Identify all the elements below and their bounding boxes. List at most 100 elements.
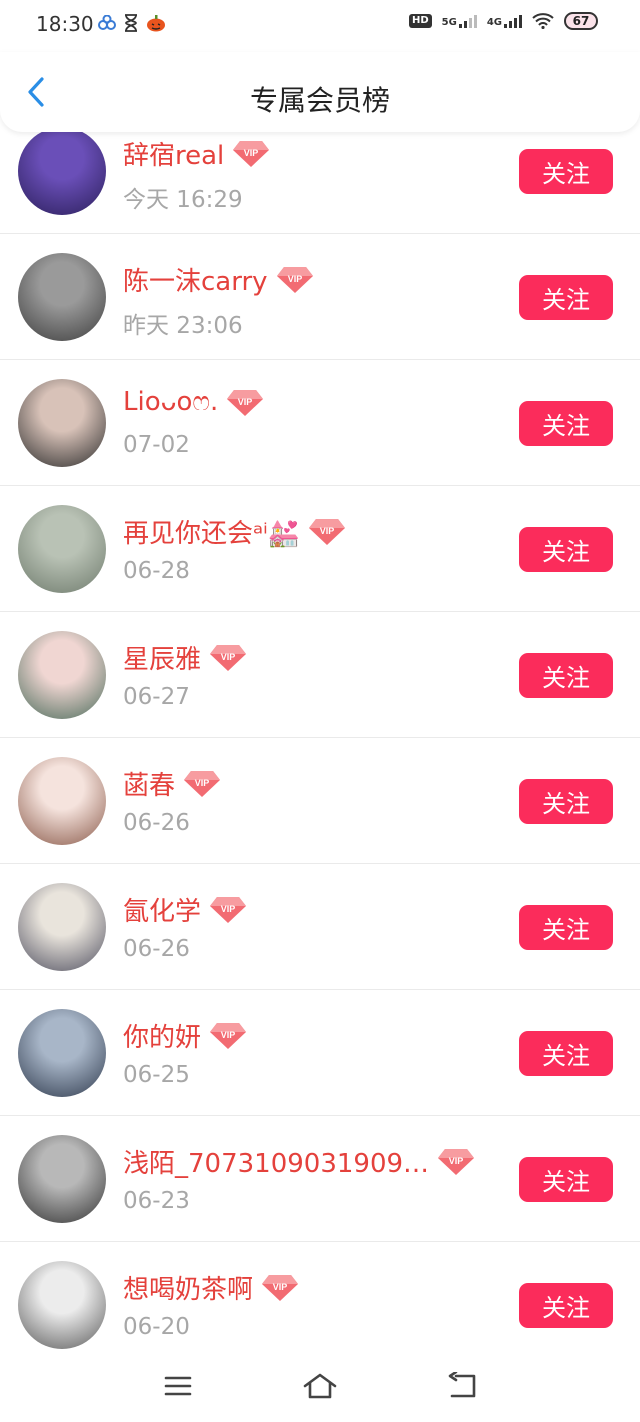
member-name-line: 再见你还会ᵃⁱ💒 VIP [123,513,346,550]
member-name-line: 想喝奶茶啊 VIP [123,1269,299,1306]
avatar[interactable] [18,379,106,467]
battery-level: 67 [572,14,590,28]
vip-label: VIP [221,652,236,662]
list-item[interactable]: 想喝奶茶啊 VIP 06-20 关注 [0,1242,640,1368]
status-left-icons [98,14,166,32]
avatar[interactable] [18,505,106,593]
follow-button[interactable]: 关注 [519,149,613,194]
battery-icon: 67 [564,12,598,30]
title-bar: 专属会员榜 [0,52,640,132]
member-date: 06-27 [123,684,190,710]
list-item[interactable]: 陈一沫carry VIP 昨天 23:06 关注 [0,234,640,360]
back-icon [448,1372,476,1398]
member-name-line: 你的妍 VIP [123,1017,247,1054]
member-date: 昨天 23:06 [123,313,243,339]
net-4g-label: 4G [486,17,502,28]
vip-diamond-icon: VIP [262,1274,299,1301]
avatar[interactable] [18,1009,106,1097]
member-date: 06-26 [123,936,190,962]
vip-label: VIP [320,526,335,536]
menu-icon [164,1376,192,1396]
list-item[interactable]: 星辰雅 VIP 06-27 关注 [0,612,640,738]
vip-diamond-icon: VIP [210,896,247,923]
vip-diamond-icon: VIP [276,266,313,293]
home-button[interactable] [300,1370,340,1402]
vip-label: VIP [221,904,236,914]
avatar[interactable] [18,883,106,971]
page-title: 专属会员榜 [249,84,390,117]
vip-label: VIP [273,1282,288,1292]
follow-button[interactable]: 关注 [519,653,613,698]
follow-button[interactable]: 关注 [519,905,613,950]
follow-button[interactable]: 关注 [519,1157,613,1202]
system-nav-bar [0,1352,640,1422]
follow-button[interactable]: 关注 [519,275,613,320]
avatar[interactable] [18,127,106,215]
member-date: 06-20 [123,1314,190,1340]
member-name-line: 陈一沫carry VIP [123,261,314,298]
member-name-line: 星辰雅 VIP [123,639,247,676]
avatar[interactable] [18,757,106,845]
member-name[interactable]: 菡春 [123,765,175,802]
member-name[interactable]: 星辰雅 [123,639,201,676]
list-item[interactable]: 你的妍 VIP 06-25 关注 [0,990,640,1116]
member-name[interactable]: 想喝奶茶啊 [123,1269,253,1306]
member-date: 06-26 [123,810,190,836]
vip-diamond-icon: VIP [184,770,221,797]
vip-diamond-icon: VIP [210,644,247,671]
vip-diamond-icon: VIP [210,1022,247,1049]
member-name[interactable]: 陈一沫carry [123,261,268,298]
vip-label: VIP [244,148,259,158]
member-name-line: 辞宿real VIP [123,135,270,172]
member-list: 辞宿real VIP 今天 16:29 关注 陈一沫carry VIP 昨天 23:06 关注… [0,108,640,1368]
follow-button[interactable]: 关注 [519,1283,613,1328]
status-time: 18:30 [36,12,94,36]
status-right-icons: HD 5G 4G 67 [408,12,598,30]
member-date: 06-25 [123,1062,190,1088]
list-item[interactable]: 再见你还会ᵃⁱ💒 VIP 06-28 关注 [0,486,640,612]
sync-icon [98,15,116,30]
vip-diamond-icon: VIP [309,518,346,545]
member-name[interactable]: 你的妍 [123,1017,201,1054]
hourglass-icon [125,14,137,32]
list-item[interactable]: Lioᴗoෆ. VIP 07-02 关注 [0,360,640,486]
avatar[interactable] [18,1135,106,1223]
member-name[interactable]: Lioᴗoෆ. [123,387,218,418]
vip-label: VIP [195,778,210,788]
nav-back-button[interactable] [442,1370,482,1402]
list-item[interactable]: 氤化学 VIP 06-26 关注 [0,864,640,990]
net-5g-label: 5G [441,17,457,28]
avatar[interactable] [18,253,106,341]
vip-label: VIP [221,1030,236,1040]
follow-button[interactable]: 关注 [519,527,613,572]
vip-diamond-icon: VIP [438,1148,475,1175]
member-date: 今天 16:29 [123,187,243,213]
member-date: 06-23 [123,1188,190,1214]
member-name[interactable]: 浅陌_7073109031909… [123,1143,429,1180]
home-icon [303,1373,337,1399]
member-date: 07-02 [123,432,190,458]
vip-label: VIP [449,1156,464,1166]
menu-button[interactable] [158,1370,198,1402]
avatar[interactable] [18,631,106,719]
wifi-icon [532,13,554,29]
member-name-line: Lioᴗoෆ. VIP [123,387,264,418]
member-name[interactable]: 辞宿real [123,135,224,172]
vip-diamond-icon: VIP [233,140,270,167]
member-name-line: 氤化学 VIP [123,891,247,928]
vip-diamond-icon: VIP [227,389,264,416]
member-name[interactable]: 氤化学 [123,891,201,928]
member-name-line: 菡春 VIP [123,765,221,802]
member-name-line: 浅陌_7073109031909… VIP [123,1143,475,1180]
follow-button[interactable]: 关注 [519,779,613,824]
hd-icon: HD [408,14,432,28]
list-item[interactable]: 浅陌_7073109031909… VIP 06-23 关注 [0,1116,640,1242]
member-name[interactable]: 再见你还会ᵃⁱ💒 [123,513,300,550]
vip-label: VIP [287,274,302,284]
vip-label: VIP [238,397,253,407]
follow-button[interactable]: 关注 [519,401,613,446]
follow-button[interactable]: 关注 [519,1031,613,1076]
pumpkin-app-icon [147,15,165,32]
list-item[interactable]: 菡春 VIP 06-26 关注 [0,738,640,864]
avatar[interactable] [18,1261,106,1349]
